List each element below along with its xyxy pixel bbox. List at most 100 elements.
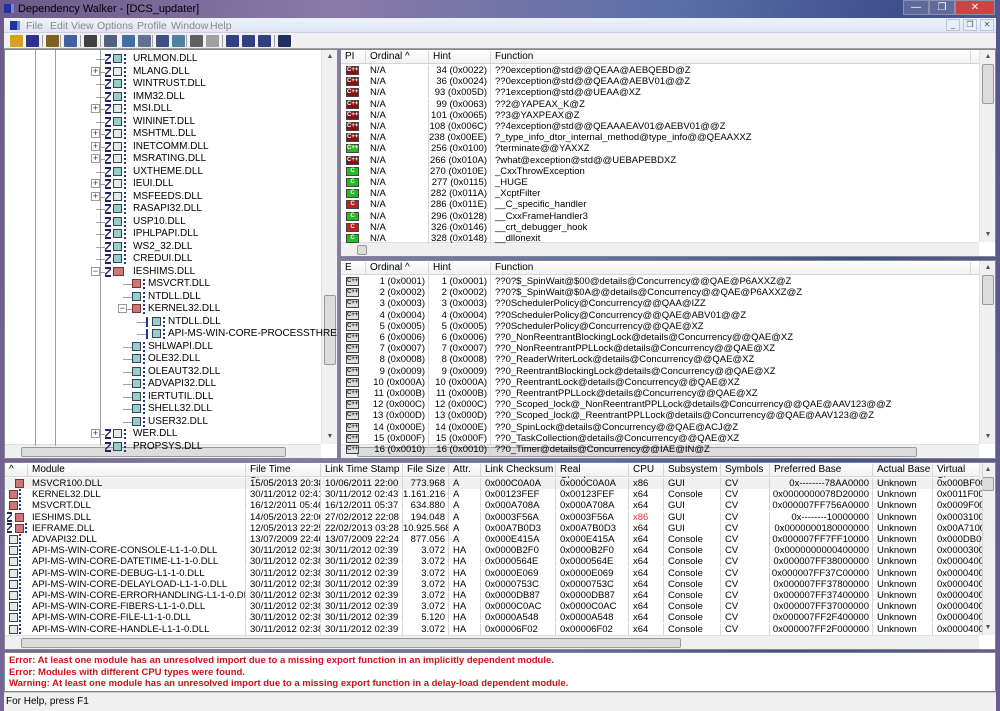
modules-column-file-size[interactable]: File Size [403, 464, 449, 477]
modules-column-attr[interactable]: Attr. [449, 464, 481, 477]
export-row[interactable]: C++ 5 (0x0005) 5 (0x0005) ??0SchedulerPolic… [341, 320, 979, 332]
import-row[interactable]: C++ N/A 99 (0x0063) ??2@YAPEAX_K@Z [341, 98, 979, 110]
modules-column-real-checksum[interactable]: Real Checksum [556, 464, 629, 487]
tile-horizontal-button[interactable] [242, 35, 255, 47]
expand-icon[interactable]: + [91, 191, 100, 201]
modules-column-actual-base[interactable]: Actual Base [873, 464, 933, 477]
modules-column-module[interactable]: Module [28, 464, 246, 477]
module-row[interactable]: API-MS-WIN-CORE-DATETIME-L1-1-0.DLL 30/11… [5, 556, 983, 568]
export-row[interactable]: C++ 13 (0x000D) 13 (0x000D) ??0_Scoped_lock… [341, 410, 979, 422]
module-row[interactable]: IESHIMS.DLL 14/05/2013 22:00 27/02/2012 22… [5, 511, 983, 523]
modules-column-link-checksum[interactable]: Link Checksum [481, 464, 556, 477]
tree-item[interactable]: OLE32.DLL [5, 353, 323, 365]
tree-item[interactable]: + MSHTML.DLL [5, 128, 323, 140]
import-row[interactable]: C++ N/A 108 (0x006C) ??4exception@std@@QEAA… [341, 121, 979, 132]
module-row[interactable]: API-MS-WIN-CORE-HANDLE-L1-1-0.DLL 30/11/2… [5, 623, 983, 635]
tree-item[interactable]: WININET.DLL [5, 116, 323, 128]
export-row[interactable]: C++ 10 (0x000A) 10 (0x000A) ??0_ReentrantLo… [341, 376, 979, 388]
menu-edit[interactable]: Edit [50, 20, 68, 32]
save-button[interactable] [26, 35, 39, 47]
modules-column-cpu[interactable]: CPU [629, 464, 664, 477]
module-row[interactable]: API-MS-WIN-CORE-FILE-L1-1-0.DLL 30/11/201… [5, 612, 983, 624]
imports-horizontal-scrollbar[interactable] [341, 242, 979, 256]
import-row[interactable]: C N/A 282 (0x011A) _XcptFilter [341, 188, 979, 200]
module-row[interactable]: API-MS-WIN-CORE-CONSOLE-L1-1-0.DLL 30/11/… [5, 545, 983, 557]
c-path-button[interactable] [84, 35, 97, 47]
import-row[interactable]: C++ N/A 93 (0x005D) ??1exception@std@@UEAA@… [341, 87, 979, 99]
imports-column-icon[interactable]: PI [341, 51, 366, 64]
exports-column-ordinal[interactable]: Ordinal ^ [366, 262, 429, 275]
tree-item[interactable]: WINTRUST.DLL [5, 78, 323, 90]
mdi-icon[interactable] [10, 21, 20, 30]
expand-icon[interactable]: + [91, 154, 100, 163]
tree-item[interactable]: RASAPI32.DLL [5, 203, 323, 215]
tree-item[interactable]: URLMON.DLL [5, 53, 323, 65]
exports-column-icon[interactable]: E [341, 262, 366, 275]
modules-column-symbols[interactable]: Symbols [721, 464, 770, 477]
exports-list[interactable]: ▲ ▼ E Ordinal ^ Hint Function C++ 1 (0x0001) 1 … [340, 260, 996, 459]
collapse-icon[interactable]: − [118, 304, 127, 313]
cascade-button[interactable] [226, 35, 239, 47]
tree-item[interactable]: + MSI.DLL [5, 103, 323, 115]
help-button[interactable] [278, 35, 291, 47]
modules-column-file-time-stamp[interactable]: File Time Stamp [246, 464, 321, 487]
modules-column-virtual-size[interactable]: Virtual Size [933, 464, 983, 487]
collapse-all-button[interactable] [206, 35, 219, 47]
export-row[interactable]: C++ 11 (0x000B) 11 (0x000B) ??0_ReentrantPP… [341, 388, 979, 399]
tree-item[interactable]: − IESHIMS.DLL [5, 266, 323, 278]
module-row[interactable]: API-MS-WIN-CORE-ERRORHANDLING-L1-1-0.DLL… [5, 590, 983, 601]
exports-column-function[interactable]: Function [491, 262, 971, 275]
imports-column-ordinal[interactable]: Ordinal ^ [366, 51, 429, 64]
copy-button[interactable] [172, 35, 185, 47]
module-row[interactable]: API-MS-WIN-CORE-DEBUG-L1-1-0.DLL 30/11/20… [5, 567, 983, 579]
tree-item[interactable]: SHLWAPI.DLL [5, 341, 323, 353]
menu-view[interactable]: View [71, 20, 94, 32]
tree-item[interactable]: CREDUI.DLL [5, 253, 323, 265]
exports-vertical-scrollbar[interactable]: ▲ ▼ [979, 261, 995, 444]
export-row[interactable]: C++ 3 (0x0003) 3 (0x0003) ??0SchedulerPolic… [341, 298, 979, 310]
expand-icon[interactable]: + [91, 104, 100, 113]
close-button[interactable]: ✕ [955, 0, 995, 15]
open-button[interactable] [10, 35, 23, 47]
tree-item[interactable]: PROPSYS.DLL [5, 441, 323, 453]
tree-item[interactable]: NTDLL.DLL [5, 316, 323, 328]
import-row[interactable]: C N/A 286 (0x011E) __C_specific_handler [341, 199, 979, 211]
tree-item[interactable]: USP10.DLL [5, 216, 323, 228]
import-row[interactable]: C++ N/A 238 (0x00EE) ?_type_info_dtor_inter… [341, 132, 979, 144]
export-row[interactable]: C++ 15 (0x000F) 15 (0x000F) ??0_TaskCollect… [341, 432, 979, 444]
module-dependency-tree[interactable]: ▲ ▼ URLMON.DLL + MLANG.DLL WINTRUST.DLL IMM32… [4, 49, 338, 459]
modules-column-subsystem[interactable]: Subsystem [664, 464, 721, 477]
tree-item[interactable]: SHELL32.DLL [5, 403, 323, 415]
module-row[interactable]: API-MS-WIN-CORE-DELAYLOAD-L1-1-0.DLL 30/1… [5, 578, 983, 590]
tree-vertical-scrollbar[interactable]: ▲ ▼ [321, 50, 337, 444]
import-row[interactable]: C++ N/A 34 (0x0022) ??0exception@std@@QEAA@… [341, 65, 979, 76]
import-row[interactable]: C++ N/A 256 (0x0100) ?terminate@@YAXXZ [341, 143, 979, 155]
import-row[interactable]: C++ N/A 101 (0x0065) ??3@YAXPEAX@Z [341, 109, 979, 121]
tree-item[interactable]: IERTUTIL.DLL [5, 391, 323, 403]
tree-item[interactable]: − KERNEL32.DLL [5, 303, 323, 315]
expand-icon[interactable]: + [91, 179, 100, 188]
mdi-restore-button[interactable]: ❐ [963, 19, 977, 31]
tree-item[interactable]: USER32.DLL [5, 416, 323, 428]
modules-column-preferred-base[interactable]: Preferred Base [770, 464, 873, 477]
export-row[interactable]: C++ 2 (0x0002) 2 (0x0002) ??0?$_SpinWait@$0… [341, 287, 979, 299]
export-row[interactable]: C++ 7 (0x0007) 7 (0x0007) ??0_NonReentrantP… [341, 343, 979, 355]
expand-icon[interactable]: + [91, 129, 100, 138]
menu-help[interactable]: Help [210, 20, 232, 32]
expand-icon[interactable]: + [91, 66, 100, 76]
menu-file[interactable]: File [26, 20, 43, 32]
export-row[interactable]: C++ 1 (0x0001) 1 (0x0001) ??0?$_SpinWait@$0… [341, 276, 979, 287]
mdi-minimize-button[interactable]: _ [946, 19, 960, 31]
import-row[interactable]: C N/A 328 (0x0148) __dllonexit [341, 233, 979, 244]
expand-icon[interactable]: + [91, 429, 100, 438]
export-row[interactable]: C++ 9 (0x0009) 9 (0x0009) ??0_ReentrantBloc… [341, 365, 979, 377]
export-row[interactable]: C++ 14 (0x000E) 14 (0x000E) ??0_SpinLock@de… [341, 421, 979, 433]
module-properties-button[interactable] [122, 35, 135, 47]
tree-item[interactable]: + INETCOMM.DLL [5, 141, 323, 153]
module-row[interactable]: KERNEL32.DLL 30/11/2012 02:41 30/11/2012 0… [5, 489, 983, 501]
tree-item[interactable]: + WER.DLL [5, 428, 323, 440]
tree-item[interactable]: + MSFEEDS.DLL [5, 191, 323, 203]
module-row[interactable]: MSVCR100.DLL 15/05/2013 20:38 10/06/2011 2… [5, 478, 983, 489]
modules-horizontal-scrollbar[interactable] [5, 635, 979, 649]
module-row[interactable]: IEFRAME.DLL 12/05/2013 22:25 22/02/2013 03… [5, 522, 983, 534]
